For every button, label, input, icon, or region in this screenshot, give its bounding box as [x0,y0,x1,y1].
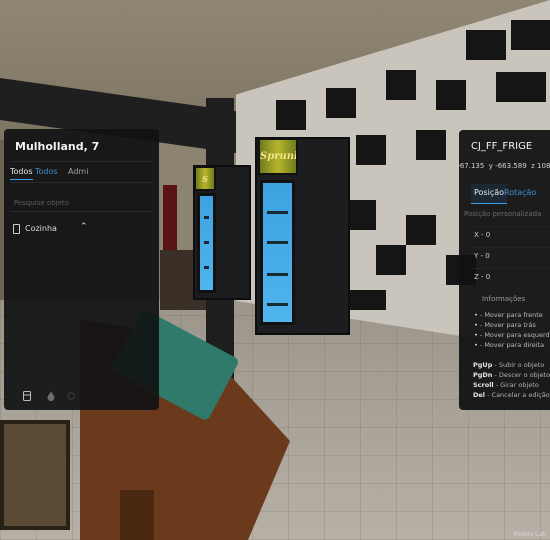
circle-icon[interactable] [67,391,75,401]
axis-x-row[interactable]: X - 0 [471,226,550,244]
tab-todos[interactable]: Todos [10,167,33,180]
object-list [10,243,153,383]
fridge-icon [13,224,20,234]
axis-y-label: Y - 0 [474,252,490,260]
custom-position-label: Posição personalizada [464,210,542,218]
keybind-row: PgUp - Subir o objeto [473,360,550,370]
key-name: Del [473,391,486,399]
info-item: - Mover para trás [474,320,550,330]
coord-z-label: z [531,162,535,170]
keybind-row: PgDn - Descer o objeto [473,370,550,380]
drop-icon[interactable] [47,391,55,401]
fridge-large-glass [260,180,295,325]
info-item: - Mover para direita [474,340,550,350]
fridge-small-glass [197,193,216,293]
tab-rotation[interactable]: Rotação [504,188,536,197]
fridge-large-sign: Sprunk [258,138,298,175]
watermark: Mobile Lab [513,531,546,538]
tab-admin[interactable]: Admi [68,167,88,176]
search-input[interactable] [10,192,153,214]
red-panel [163,185,177,255]
key-desc: - Descer o objeto [492,371,550,379]
tab-todos-ghost[interactable]: Todos [35,167,58,176]
keybind-row: Del - Cancelar a edição [473,390,550,400]
coord-y: -663.589 [495,162,527,170]
key-name: PgDn [473,371,493,379]
tab-position[interactable]: Posição [471,184,508,204]
key-name: Scroll [473,381,494,389]
chevron-up-icon[interactable]: ⌃ [80,222,88,232]
fridge-small-sign: S [194,166,216,191]
table-leg [120,490,154,540]
editor-tabs: Posição Rotação [471,184,550,204]
info-item: - Mover para frente [474,310,550,320]
search-field[interactable] [10,190,153,214]
category-kitchen[interactable]: Cozinha ⌃ [10,221,153,239]
key-desc: - Girar objeto [493,381,539,389]
panel-footer [10,387,153,405]
coord-y-label: y [488,162,493,170]
info-title: Informações [482,295,526,303]
object-editor-panel: CJ_FF_FRIGE x 967.135 y -663.589 z 108 P… [459,130,550,410]
info-item: - Mover para esquerda [474,330,550,340]
category-tabs: Todos Todos Admi [10,161,153,183]
keybind-list: PgUp - Subir o objeto PgDn - Descer o ob… [473,360,550,400]
info-list: - Mover para frente - Mover para trás - … [474,310,550,350]
furniture-panel: Mulholland, 7 Todos Todos Admi Cozinha ⌃ [4,129,159,410]
key-desc: - Subir o objeto [492,361,545,369]
axis-y-row[interactable]: Y - 0 [471,247,550,265]
category-label: Cozinha [25,224,57,233]
coord-z: 108 [537,162,550,170]
axis-z-row[interactable]: Z - 0 [471,268,550,286]
keybind-row: Scroll - Girar objeto [473,380,550,390]
key-desc: - Cancelar a edição [485,391,550,399]
object-name: CJ_FF_FRIGE [471,141,533,152]
key-name: PgUp [473,361,493,369]
coord-x: 967.135 [459,162,485,170]
axis-z-label: Z - 0 [474,273,491,281]
property-title: Mulholland, 7 [15,140,100,153]
axis-x-label: X - 0 [474,231,491,239]
object-coordinates: x 967.135 y -663.589 z 108 [459,162,550,170]
table-pocket [0,420,70,530]
fridge-icon[interactable] [23,391,31,401]
